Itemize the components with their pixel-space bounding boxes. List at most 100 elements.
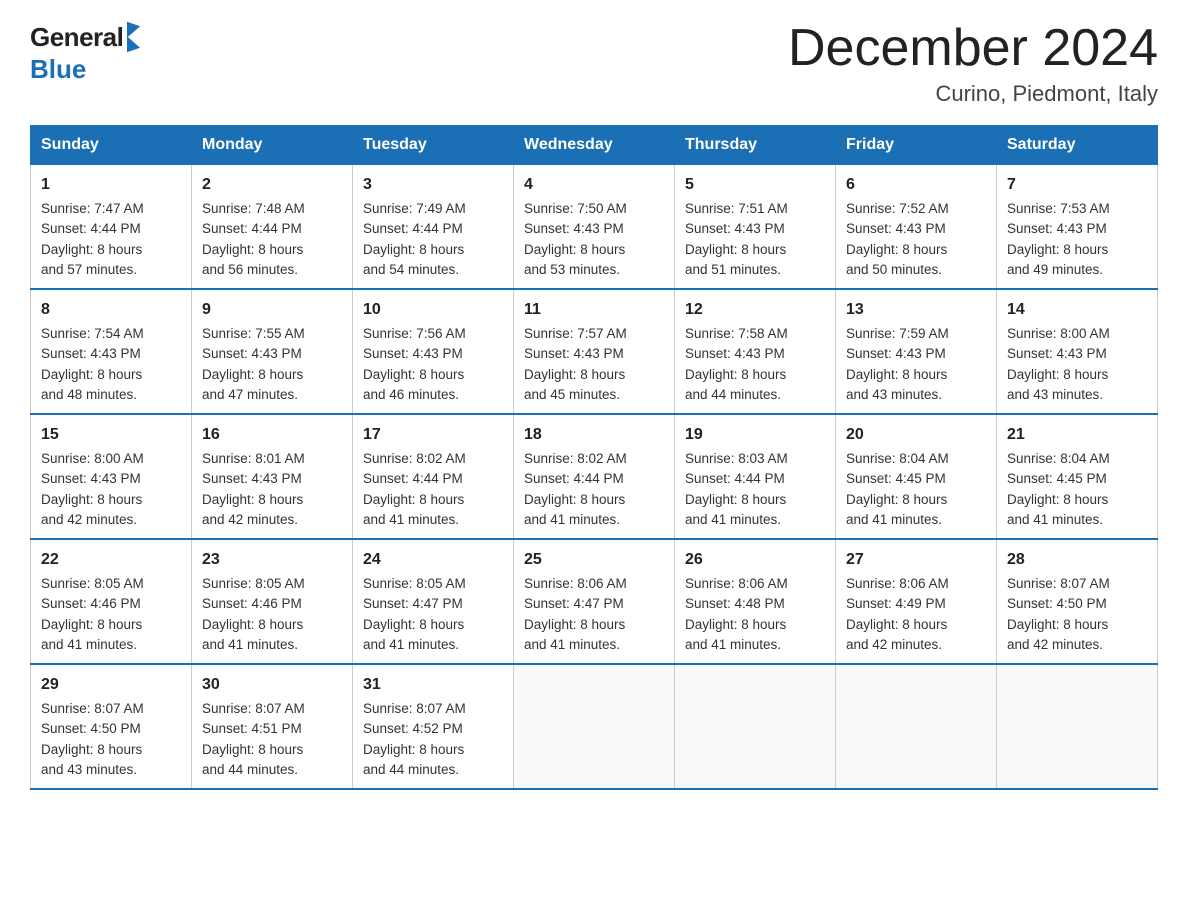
week-row-3: 15 Sunrise: 8:00 AMSunset: 4:43 PMDaylig…: [31, 414, 1158, 539]
day-info: Sunrise: 8:02 AMSunset: 4:44 PMDaylight:…: [363, 451, 466, 527]
calendar-cell: 14 Sunrise: 8:00 AMSunset: 4:43 PMDaylig…: [997, 289, 1158, 414]
header-wednesday: Wednesday: [514, 126, 675, 165]
calendar-cell: 19 Sunrise: 8:03 AMSunset: 4:44 PMDaylig…: [675, 414, 836, 539]
day-number: 19: [685, 423, 825, 447]
week-row-5: 29 Sunrise: 8:07 AMSunset: 4:50 PMDaylig…: [31, 664, 1158, 789]
day-number: 1: [41, 173, 181, 197]
calendar-cell: 21 Sunrise: 8:04 AMSunset: 4:45 PMDaylig…: [997, 414, 1158, 539]
day-number: 6: [846, 173, 986, 197]
calendar-table: Sunday Monday Tuesday Wednesday Thursday…: [30, 125, 1158, 790]
day-info: Sunrise: 7:59 AMSunset: 4:43 PMDaylight:…: [846, 326, 949, 402]
header-friday: Friday: [836, 126, 997, 165]
calendar-cell: 28 Sunrise: 8:07 AMSunset: 4:50 PMDaylig…: [997, 539, 1158, 664]
header-saturday: Saturday: [997, 126, 1158, 165]
header-sunday: Sunday: [31, 126, 192, 165]
day-number: 27: [846, 548, 986, 572]
day-number: 30: [202, 673, 342, 697]
calendar-cell: 23 Sunrise: 8:05 AMSunset: 4:46 PMDaylig…: [192, 539, 353, 664]
calendar-cell: 9 Sunrise: 7:55 AMSunset: 4:43 PMDayligh…: [192, 289, 353, 414]
day-info: Sunrise: 7:50 AMSunset: 4:43 PMDaylight:…: [524, 201, 627, 277]
header-tuesday: Tuesday: [353, 126, 514, 165]
calendar-cell: 10 Sunrise: 7:56 AMSunset: 4:43 PMDaylig…: [353, 289, 514, 414]
day-info: Sunrise: 8:04 AMSunset: 4:45 PMDaylight:…: [846, 451, 949, 527]
day-info: Sunrise: 7:49 AMSunset: 4:44 PMDaylight:…: [363, 201, 466, 277]
header-monday: Monday: [192, 126, 353, 165]
day-number: 4: [524, 173, 664, 197]
day-number: 9: [202, 298, 342, 322]
day-number: 8: [41, 298, 181, 322]
day-info: Sunrise: 8:06 AMSunset: 4:49 PMDaylight:…: [846, 576, 949, 652]
day-number: 13: [846, 298, 986, 322]
day-number: 2: [202, 173, 342, 197]
calendar-cell: [514, 664, 675, 789]
day-number: 14: [1007, 298, 1147, 322]
calendar-cell: 12 Sunrise: 7:58 AMSunset: 4:43 PMDaylig…: [675, 289, 836, 414]
day-number: 31: [363, 673, 503, 697]
logo: General Blue: [30, 20, 140, 85]
day-number: 29: [41, 673, 181, 697]
day-number: 20: [846, 423, 986, 447]
day-info: Sunrise: 7:57 AMSunset: 4:43 PMDaylight:…: [524, 326, 627, 402]
day-info: Sunrise: 8:01 AMSunset: 4:43 PMDaylight:…: [202, 451, 305, 527]
logo-general-text: General: [30, 22, 123, 53]
calendar-body: 1 Sunrise: 7:47 AMSunset: 4:44 PMDayligh…: [31, 165, 1158, 790]
day-number: 10: [363, 298, 503, 322]
day-number: 23: [202, 548, 342, 572]
calendar-cell: 16 Sunrise: 8:01 AMSunset: 4:43 PMDaylig…: [192, 414, 353, 539]
month-title: December 2024: [788, 20, 1158, 77]
day-number: 12: [685, 298, 825, 322]
day-info: Sunrise: 8:00 AMSunset: 4:43 PMDaylight:…: [41, 451, 144, 527]
calendar-cell: 4 Sunrise: 7:50 AMSunset: 4:43 PMDayligh…: [514, 165, 675, 290]
day-info: Sunrise: 8:07 AMSunset: 4:52 PMDaylight:…: [363, 701, 466, 777]
day-info: Sunrise: 8:07 AMSunset: 4:50 PMDaylight:…: [1007, 576, 1110, 652]
day-info: Sunrise: 8:05 AMSunset: 4:46 PMDaylight:…: [41, 576, 144, 652]
logo-blue-text: Blue: [30, 54, 86, 85]
calendar-cell: [997, 664, 1158, 789]
day-info: Sunrise: 7:56 AMSunset: 4:43 PMDaylight:…: [363, 326, 466, 402]
calendar-cell: 24 Sunrise: 8:05 AMSunset: 4:47 PMDaylig…: [353, 539, 514, 664]
day-info: Sunrise: 8:06 AMSunset: 4:47 PMDaylight:…: [524, 576, 627, 652]
calendar-cell: [836, 664, 997, 789]
calendar-cell: 1 Sunrise: 7:47 AMSunset: 4:44 PMDayligh…: [31, 165, 192, 290]
day-info: Sunrise: 8:07 AMSunset: 4:50 PMDaylight:…: [41, 701, 144, 777]
calendar-cell: 31 Sunrise: 8:07 AMSunset: 4:52 PMDaylig…: [353, 664, 514, 789]
day-info: Sunrise: 8:05 AMSunset: 4:47 PMDaylight:…: [363, 576, 466, 652]
day-number: 15: [41, 423, 181, 447]
calendar-cell: 17 Sunrise: 8:02 AMSunset: 4:44 PMDaylig…: [353, 414, 514, 539]
calendar-cell: 15 Sunrise: 8:00 AMSunset: 4:43 PMDaylig…: [31, 414, 192, 539]
calendar-cell: 7 Sunrise: 7:53 AMSunset: 4:43 PMDayligh…: [997, 165, 1158, 290]
calendar-cell: [675, 664, 836, 789]
day-number: 25: [524, 548, 664, 572]
day-number: 7: [1007, 173, 1147, 197]
calendar-cell: 11 Sunrise: 7:57 AMSunset: 4:43 PMDaylig…: [514, 289, 675, 414]
calendar-cell: 30 Sunrise: 8:07 AMSunset: 4:51 PMDaylig…: [192, 664, 353, 789]
day-info: Sunrise: 8:02 AMSunset: 4:44 PMDaylight:…: [524, 451, 627, 527]
calendar-header: Sunday Monday Tuesday Wednesday Thursday…: [31, 126, 1158, 165]
day-info: Sunrise: 7:47 AMSunset: 4:44 PMDaylight:…: [41, 201, 144, 277]
day-info: Sunrise: 8:03 AMSunset: 4:44 PMDaylight:…: [685, 451, 788, 527]
header-row: Sunday Monday Tuesday Wednesday Thursday…: [31, 126, 1158, 165]
day-info: Sunrise: 8:06 AMSunset: 4:48 PMDaylight:…: [685, 576, 788, 652]
calendar-cell: 27 Sunrise: 8:06 AMSunset: 4:49 PMDaylig…: [836, 539, 997, 664]
day-info: Sunrise: 8:04 AMSunset: 4:45 PMDaylight:…: [1007, 451, 1110, 527]
calendar-cell: 29 Sunrise: 8:07 AMSunset: 4:50 PMDaylig…: [31, 664, 192, 789]
title-block: December 2024 Curino, Piedmont, Italy: [788, 20, 1158, 107]
calendar-cell: 6 Sunrise: 7:52 AMSunset: 4:43 PMDayligh…: [836, 165, 997, 290]
week-row-2: 8 Sunrise: 7:54 AMSunset: 4:43 PMDayligh…: [31, 289, 1158, 414]
day-info: Sunrise: 8:07 AMSunset: 4:51 PMDaylight:…: [202, 701, 305, 777]
calendar-cell: 3 Sunrise: 7:49 AMSunset: 4:44 PMDayligh…: [353, 165, 514, 290]
day-info: Sunrise: 7:51 AMSunset: 4:43 PMDaylight:…: [685, 201, 788, 277]
day-info: Sunrise: 7:52 AMSunset: 4:43 PMDaylight:…: [846, 201, 949, 277]
day-number: 17: [363, 423, 503, 447]
week-row-4: 22 Sunrise: 8:05 AMSunset: 4:46 PMDaylig…: [31, 539, 1158, 664]
calendar-cell: 22 Sunrise: 8:05 AMSunset: 4:46 PMDaylig…: [31, 539, 192, 664]
calendar-cell: 25 Sunrise: 8:06 AMSunset: 4:47 PMDaylig…: [514, 539, 675, 664]
day-number: 18: [524, 423, 664, 447]
calendar-cell: 2 Sunrise: 7:48 AMSunset: 4:44 PMDayligh…: [192, 165, 353, 290]
day-number: 3: [363, 173, 503, 197]
day-info: Sunrise: 7:54 AMSunset: 4:43 PMDaylight:…: [41, 326, 144, 402]
calendar-cell: 5 Sunrise: 7:51 AMSunset: 4:43 PMDayligh…: [675, 165, 836, 290]
calendar-cell: 26 Sunrise: 8:06 AMSunset: 4:48 PMDaylig…: [675, 539, 836, 664]
calendar-cell: 18 Sunrise: 8:02 AMSunset: 4:44 PMDaylig…: [514, 414, 675, 539]
calendar-cell: 8 Sunrise: 7:54 AMSunset: 4:43 PMDayligh…: [31, 289, 192, 414]
